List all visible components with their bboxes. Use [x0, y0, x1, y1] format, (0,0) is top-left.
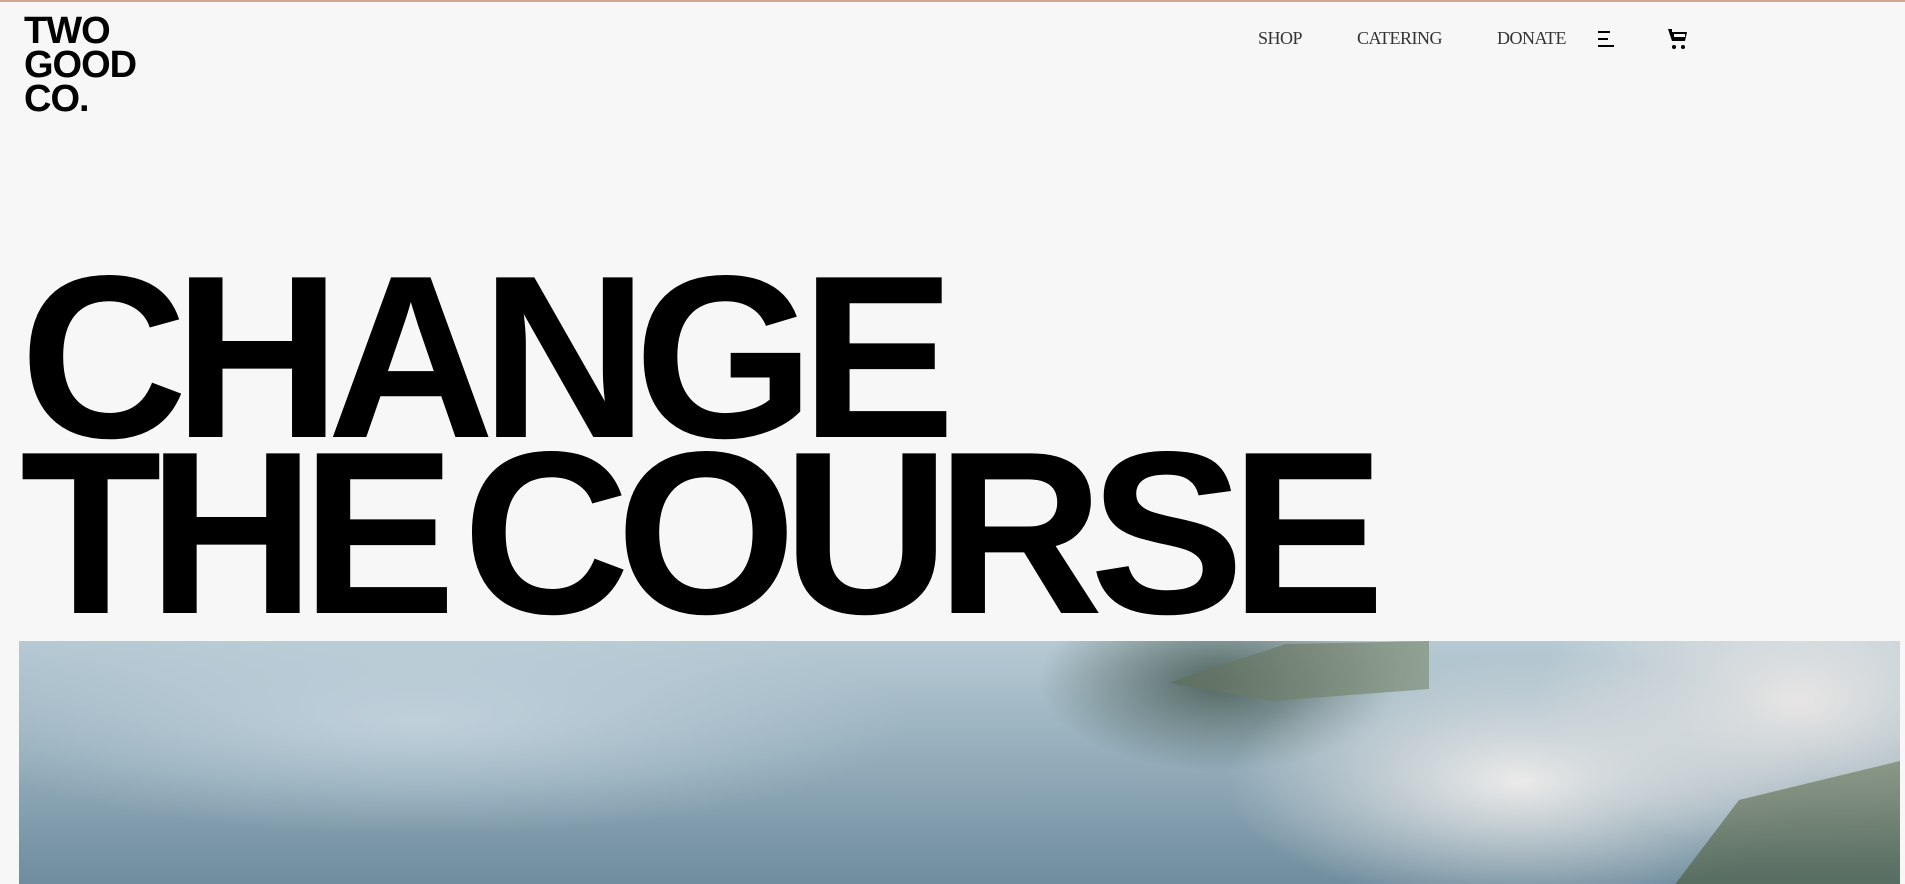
hero-heading: CHANGE THE COURSE [20, 242, 1385, 663]
logo-line: GOOD [24, 44, 137, 86]
main-nav: SHOP CATERING DONATE [1258, 28, 1567, 49]
hero-line: THE COURSE [20, 404, 1385, 663]
nav-catering[interactable]: CATERING [1357, 28, 1443, 49]
hero-video[interactable] [19, 641, 1900, 884]
logo-line: CO. [24, 78, 90, 120]
logo[interactable]: TWO GOOD CO. [24, 10, 137, 120]
menu-icon[interactable] [1598, 31, 1614, 47]
nav-shop[interactable]: SHOP [1258, 28, 1303, 49]
cart-icon[interactable] [1667, 27, 1689, 51]
nav-donate[interactable]: DONATE [1497, 28, 1567, 49]
logo-line: TWO [24, 10, 111, 52]
hillside [1670, 761, 1900, 884]
coastline [1169, 641, 1429, 701]
